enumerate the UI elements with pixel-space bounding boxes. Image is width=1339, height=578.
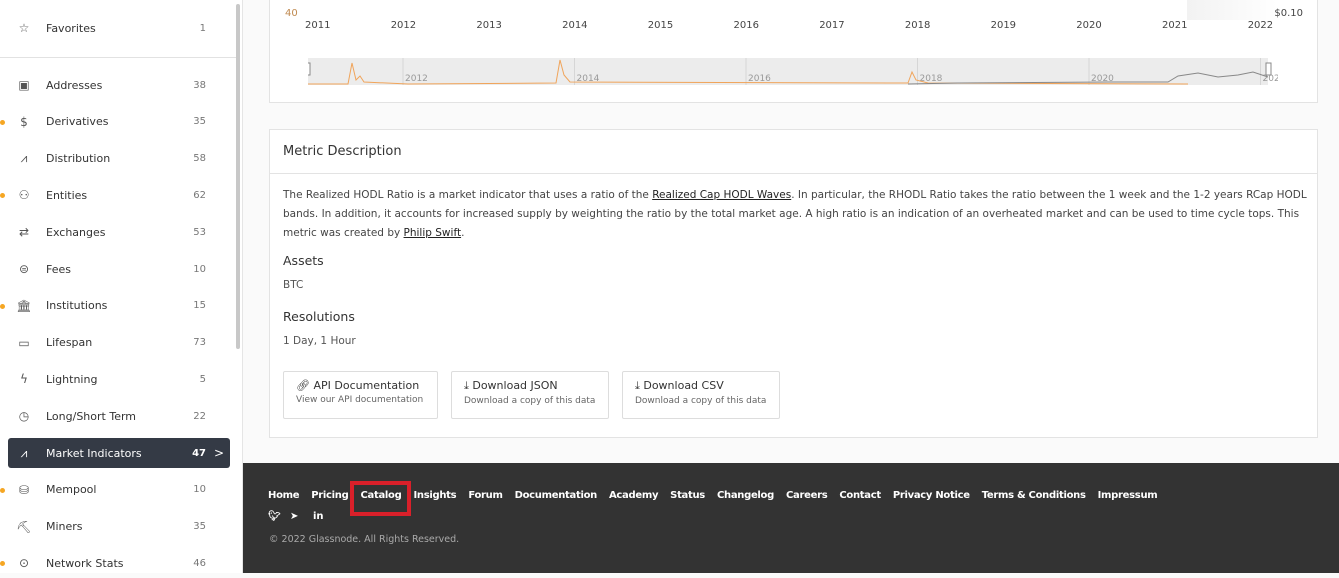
metric-description-card: Metric Description The Realized HODL Rat… bbox=[269, 129, 1318, 438]
sidebar-item-lifespan[interactable]: ▭ Lifespan 73 bbox=[8, 328, 230, 358]
sidebar-item-distribution[interactable]: ⩘ Distribution 58 bbox=[8, 144, 230, 174]
resolutions-value: 1 Day, 1 Hour bbox=[283, 335, 356, 347]
x-tick-label: 2011 bbox=[305, 20, 331, 31]
chart-line-icon: ⩘ bbox=[20, 445, 28, 460]
x-tick-label: 2015 bbox=[647, 20, 674, 31]
footer-link-academy[interactable]: Academy bbox=[609, 490, 659, 501]
footer-link-impressum[interactable]: Impressum bbox=[1098, 490, 1158, 501]
assets-value: BTC bbox=[283, 279, 304, 291]
download-csv-button[interactable]: ⤓ Download CSV Download a copy of this d… bbox=[622, 371, 780, 419]
philip-swift-link[interactable]: Philip Swift bbox=[404, 227, 462, 239]
new-indicator-dot bbox=[0, 119, 5, 125]
navigator-tick-label: 2018 bbox=[920, 74, 943, 84]
x-tick-label: 2018 bbox=[904, 20, 931, 31]
sidebar-item-exchanges[interactable]: ⇄ Exchanges 53 bbox=[8, 217, 230, 247]
footer-link-documentation[interactable]: Documentation bbox=[515, 490, 598, 501]
sidebar-item-long-short-term[interactable]: ◷ Long/Short Term 22 bbox=[8, 401, 230, 431]
derivatives-icon: $ bbox=[20, 114, 28, 129]
resolutions-heading: Resolutions bbox=[283, 309, 355, 324]
sidebar-item-market-indicators[interactable]: ⩘ Market Indicators 47 > bbox=[8, 438, 230, 468]
catalog-highlight-box bbox=[350, 481, 412, 516]
sidebar-item-mempool[interactable]: ⛁ Mempool 10 bbox=[0, 475, 230, 505]
sidebar-item-favorites[interactable]: ☆ Favorites 1 bbox=[8, 13, 230, 43]
sidebar-scrollbar[interactable] bbox=[236, 4, 240, 349]
footer-link-forum[interactable]: Forum bbox=[468, 490, 503, 501]
sidebar-item-institutions[interactable]: 🏛︎ Institutions 15 bbox=[0, 291, 230, 321]
sidebar-item-miners[interactable]: ⛏︎ Miners 35 bbox=[8, 512, 230, 542]
footer-link-insights[interactable]: Insights bbox=[413, 490, 456, 501]
calendar-icon: ▭ bbox=[18, 335, 30, 350]
sidebar: ☆ Favorites 1 ▣ Addresses 38 $ Derivatives 35… bbox=[0, 0, 243, 573]
api-documentation-button[interactable]: 🔗︎ API Documentation View our API docume… bbox=[283, 371, 438, 419]
realized-cap-hodl-waves-link[interactable]: Realized Cap HODL Waves bbox=[652, 189, 791, 201]
x-tick-label: 2014 bbox=[562, 20, 588, 31]
database-icon: ⛁ bbox=[18, 482, 30, 497]
navigator-handle-right[interactable] bbox=[1265, 62, 1272, 76]
navigator-handle-left[interactable] bbox=[308, 62, 311, 76]
sidebar-item-fees[interactable]: ⊜ Fees 10 bbox=[8, 254, 230, 284]
footer-link-privacy-notice[interactable]: Privacy Notice bbox=[893, 490, 970, 501]
x-tick-label: 2020 bbox=[1076, 20, 1102, 31]
bank-icon: 🏛︎ bbox=[16, 298, 32, 313]
footer-link-changelog[interactable]: Changelog bbox=[717, 490, 774, 501]
x-tick-label: 2021 bbox=[1162, 20, 1188, 31]
x-tick-label: 2019 bbox=[990, 20, 1017, 31]
divider bbox=[0, 57, 237, 58]
footer-link-terms-conditions[interactable]: Terms & Conditions bbox=[982, 490, 1086, 501]
chart-area-shade bbox=[1187, 0, 1277, 20]
x-tick-label: 2016 bbox=[733, 20, 759, 31]
telegram-icon[interactable]: ➤ bbox=[290, 511, 298, 522]
y-axis-label-left: 40 bbox=[285, 8, 298, 19]
sidebar-item-lightning[interactable]: ϟ Lightning 5 bbox=[8, 364, 230, 394]
x-tick-label: 2022 bbox=[1247, 20, 1274, 31]
chevron-right-icon: > bbox=[214, 446, 225, 460]
network-icon: ⊙ bbox=[18, 556, 30, 571]
y-axis-label-right: $0.10 bbox=[1274, 8, 1303, 19]
sidebar-item-network-stats[interactable]: ⊙ Network Stats 46 bbox=[0, 548, 230, 578]
new-indicator-dot bbox=[0, 193, 5, 199]
distribution-icon: ⩘ bbox=[20, 151, 28, 166]
footer-link-contact[interactable]: Contact bbox=[839, 490, 881, 501]
metric-description-title: Metric Description bbox=[270, 130, 1317, 174]
copyright: © 2022 Glassnode. All Rights Reserved. bbox=[269, 534, 460, 545]
clock-icon: ◷ bbox=[18, 409, 30, 424]
wallet-icon: ▣ bbox=[18, 78, 30, 92]
navigator-window[interactable] bbox=[308, 58, 1268, 85]
pickaxe-icon: ⛏︎ bbox=[16, 519, 32, 534]
metric-description-text: The Realized HODL Ratio is a market indi… bbox=[283, 189, 1307, 239]
sidebar-item-derivatives[interactable]: $ Derivatives 35 bbox=[0, 107, 230, 137]
twitter-icon[interactable]: 🐦︎ bbox=[268, 511, 281, 522]
new-indicator-dot bbox=[0, 561, 5, 567]
sidebar-item-addresses[interactable]: ▣ Addresses 38 bbox=[8, 70, 230, 100]
x-tick-label: 2013 bbox=[476, 20, 502, 31]
star-icon: ☆ bbox=[18, 21, 30, 35]
linkedin-icon[interactable]: in bbox=[313, 511, 324, 522]
chart-navigator[interactable]: 201220142016201820202022 bbox=[308, 58, 1278, 86]
assets-heading: Assets bbox=[283, 253, 324, 268]
chart-card: 40 $0.10 2011 2012 2013 2014 2015 2016 2017 201… bbox=[269, 0, 1318, 103]
x-tick-label: 2012 bbox=[390, 20, 417, 31]
footer-link-pricing[interactable]: Pricing bbox=[311, 490, 349, 501]
new-indicator-dot bbox=[0, 303, 5, 309]
download-json-button[interactable]: ⤓ Download JSON Download a copy of this … bbox=[451, 371, 609, 419]
footer-link-careers[interactable]: Careers bbox=[786, 490, 828, 501]
link-icon: 🔗︎ bbox=[296, 379, 314, 392]
footer: Home Pricing Catalog Insights Forum Documenta… bbox=[243, 463, 1339, 573]
fees-icon: ⊜ bbox=[18, 262, 30, 276]
footer-link-status[interactable]: Status bbox=[670, 490, 705, 501]
x-tick-label: 2017 bbox=[819, 20, 845, 31]
new-indicator-dot bbox=[0, 487, 5, 493]
navigator-tick-label: 2012 bbox=[405, 74, 428, 84]
lightning-icon: ϟ bbox=[20, 372, 28, 387]
exchange-icon: ⇄ bbox=[18, 225, 30, 240]
users-icon: ⚇ bbox=[18, 188, 30, 203]
footer-link-home[interactable]: Home bbox=[268, 490, 300, 501]
sidebar-item-entities[interactable]: ⚇ Entities 62 bbox=[0, 180, 230, 210]
